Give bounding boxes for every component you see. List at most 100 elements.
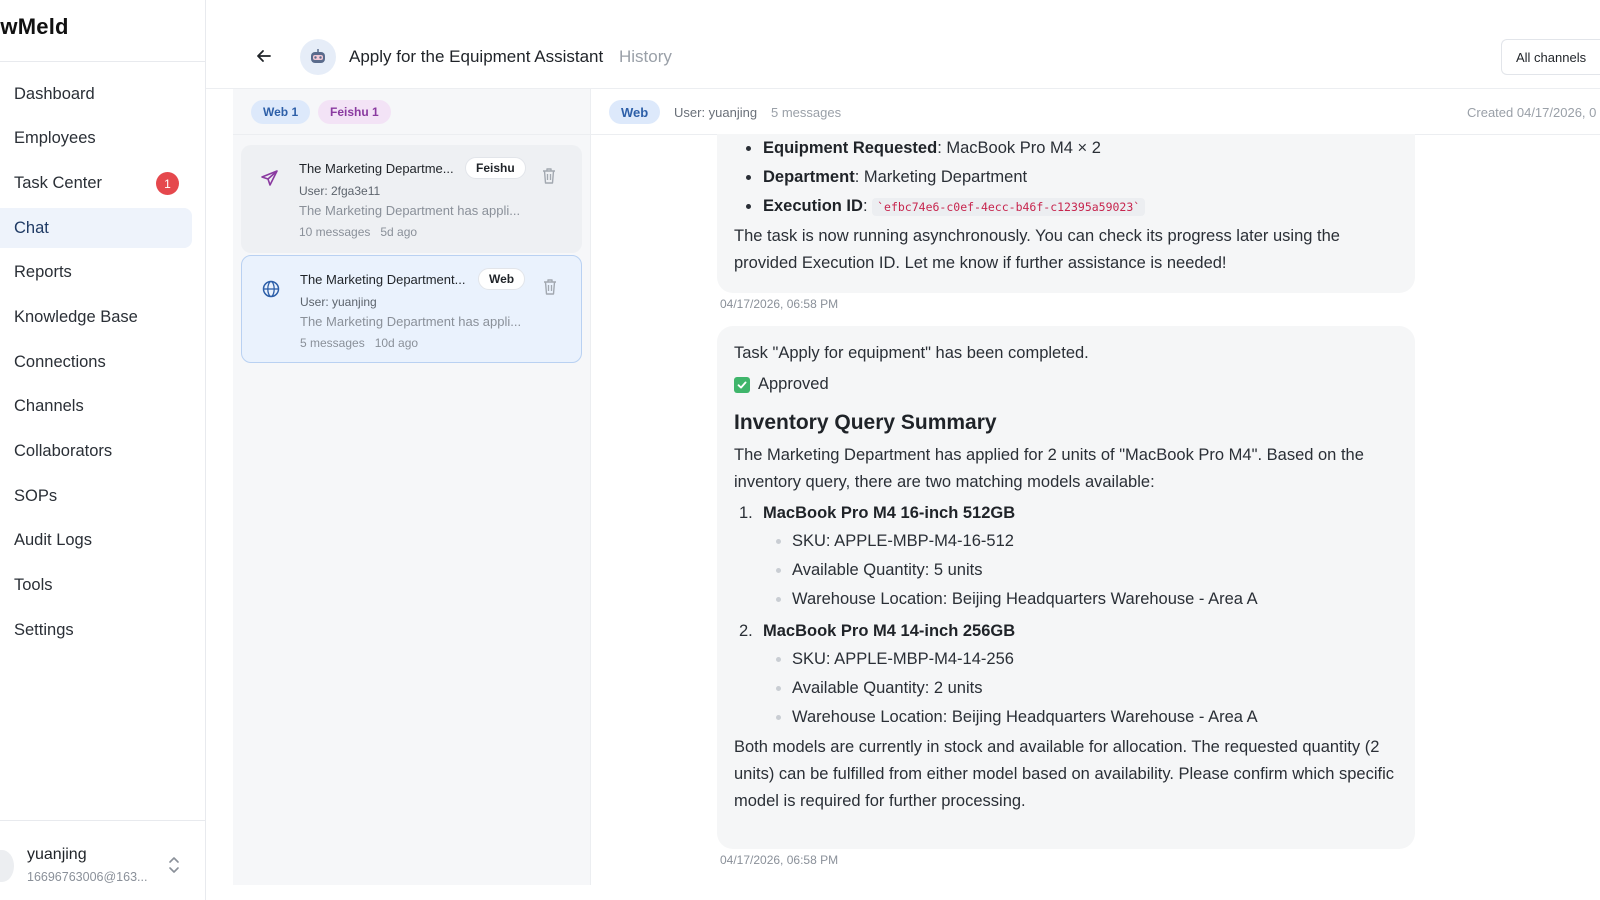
sidebar-item-sops[interactable]: SOPs (0, 476, 192, 516)
filter-chip-web[interactable]: Web 1 (251, 100, 311, 124)
sidebar-item-connections[interactable]: Connections (0, 342, 192, 382)
sidebar: ewMeld Dashboard Employees Task Center 1 … (0, 0, 206, 900)
sidebar-item-tools[interactable]: Tools (0, 566, 192, 606)
list-item: Available Quantity: 5 units (734, 556, 1398, 585)
chat-channel-chip: Web (609, 100, 661, 124)
message-text: Task "Apply for equipment" has been comp… (734, 344, 1089, 362)
history-link[interactable]: History (619, 47, 672, 67)
trash-icon[interactable] (541, 167, 557, 185)
session-user: User: 2fga3e11 (299, 184, 381, 198)
sidebar-item-settings[interactable]: Settings (0, 610, 192, 650)
list-item: Equipment Requested: MacBook Pro M4 × 2 (734, 135, 1398, 162)
sidebar-item-label: Reports (14, 263, 72, 282)
page-title: Apply for the Equipment Assistant (349, 47, 604, 66)
ordered-list-item: 2. MacBook Pro M4 14-inch 256GB (734, 618, 1398, 645)
sidebar-item-label: Settings (14, 620, 74, 639)
chat-message-count: 5 messages (771, 105, 842, 120)
field-value: : MacBook Pro M4 × 2 (937, 139, 1101, 157)
divider (0, 61, 206, 62)
field-label: Execution ID (763, 197, 863, 215)
list-item: Department: Marketing Department (734, 164, 1398, 191)
sidebar-item-knowledge-base[interactable]: Knowledge Base (0, 297, 192, 337)
message-text: Both models are currently in stock and a… (734, 738, 1395, 810)
chat-created-date: Created 04/17/2026, 0 (1467, 105, 1597, 120)
sidebar-item-label: Channels (14, 397, 84, 416)
message-timestamp: 04/17/2026, 06:58 PM (720, 297, 839, 311)
field-label: Equipment Requested (763, 139, 938, 157)
sidebar-item-chat[interactable]: Chat (0, 208, 192, 249)
list-item: Warehouse Location: Beijing Headquarters… (734, 703, 1398, 732)
message-heading: Inventory Query Summary (734, 411, 997, 434)
message-text: The Marketing Department has applied for… (734, 446, 1364, 491)
robot-icon (311, 49, 325, 63)
session-preview: The Marketing Department has appli... (299, 203, 521, 218)
session-message-count: 5 messages (300, 336, 365, 350)
sidebar-item-label: SOPs (14, 486, 58, 505)
chat-info-bar: Web User: yuanjing 5 messages Created 04… (591, 89, 1600, 135)
list-item: SKU: APPLE-MBP-M4-14-256 (734, 645, 1398, 674)
session-message-count: 10 messages (299, 225, 371, 239)
session-card[interactable]: The Marketing Department... Web User: yu… (241, 255, 582, 363)
filter-chip-feishu[interactable]: Feishu 1 (318, 100, 391, 124)
ordered-list-item: 1. MacBook Pro M4 16-inch 512GB (734, 500, 1398, 527)
session-title: The Marketing Departme... (299, 161, 454, 176)
field-label: Department (763, 168, 855, 186)
sidebar-item-label: Knowledge Base (14, 307, 138, 326)
list-item: SKU: APPLE-MBP-M4-16-512 (734, 527, 1398, 556)
list-item: Warehouse Location: Beijing Headquarters… (734, 585, 1398, 614)
sidebar-item-label: Connections (14, 352, 106, 371)
session-meta: 5 messages 10d ago (300, 336, 418, 350)
chevron-up-down-icon[interactable] (167, 854, 181, 876)
session-age: 5d ago (380, 225, 418, 239)
arrow-left-icon (257, 50, 271, 62)
session-card[interactable]: The Marketing Departme... Feishu User: 2… (241, 145, 582, 253)
sidebar-item-task-center[interactable]: Task Center 1 (0, 163, 192, 203)
sidebar-item-reports[interactable]: Reports (0, 253, 192, 293)
sidebar-item-label: Task Center (14, 173, 103, 192)
sidebar-item-audit-logs[interactable]: Audit Logs (0, 521, 192, 561)
model-name: MacBook Pro M4 14-inch 256GB (763, 622, 1016, 640)
divider (0, 820, 206, 821)
sidebar-item-label: Collaborators (14, 442, 113, 460)
sidebar-item-collaborators[interactable]: Collaborators (0, 432, 192, 472)
back-button[interactable] (252, 44, 276, 68)
avatar (0, 850, 14, 882)
session-channel-tag: Feishu (465, 157, 526, 179)
user-email: 16696763006@163... (27, 870, 148, 884)
execution-id-code: `efbc74e6-c0ef-4ecc-b46f-c12395a59023` (872, 198, 1146, 216)
sidebar-item-label: Employees (14, 129, 96, 148)
sidebar-nav: Dashboard Employees Task Center 1 Chat Re… (0, 74, 206, 655)
bot-avatar (300, 39, 336, 75)
session-title: The Marketing Department... (300, 272, 466, 287)
globe-icon (254, 272, 288, 306)
model-name: MacBook Pro M4 16-inch 512GB (763, 504, 1016, 522)
sidebar-item-label: Tools (14, 576, 53, 595)
notification-badge: 1 (156, 172, 179, 196)
session-meta: 10 messages 5d ago (299, 225, 417, 239)
assistant-message: Task "Apply for equipment" has been comp… (717, 326, 1415, 849)
sidebar-item-label: Dashboard (14, 84, 95, 103)
assistant-message: Equipment Requested: MacBook Pro M4 × 2 … (717, 134, 1415, 293)
list-number: 1. (739, 504, 753, 522)
sidebar-item-label: Audit Logs (14, 531, 92, 550)
session-channel-tag: Web (478, 268, 526, 290)
sidebar-item-channels[interactable]: Channels (0, 387, 192, 427)
send-icon (253, 161, 287, 195)
session-preview: The Marketing Department has appli... (300, 314, 522, 329)
approved-status: Approved (734, 371, 1398, 398)
list-item: Execution ID: `efbc74e6-c0ef-4ecc-b46f-c… (734, 193, 1398, 221)
checkmark-icon (734, 376, 750, 393)
user-menu[interactable]: yuanjing 16696763006@163... (0, 836, 206, 888)
sidebar-item-dashboard[interactable]: Dashboard (0, 74, 192, 114)
channel-filter-select[interactable]: All channels (1501, 39, 1600, 75)
sidebar-item-label: Chat (14, 218, 49, 237)
message-timestamp: 04/17/2026, 06:58 PM (720, 853, 839, 867)
session-list-panel: Web 1 Feishu 1 The Marketing Departme...… (233, 89, 591, 885)
trash-icon[interactable] (542, 278, 558, 296)
page-header: Apply for the Equipment Assistant Histor… (206, 0, 1600, 89)
channel-filter-bar: Web 1 Feishu 1 (233, 89, 590, 135)
approved-label: Approved (758, 375, 829, 393)
sidebar-item-employees[interactable]: Employees (0, 119, 192, 159)
message-text: The task is now running asynchronously. … (734, 227, 1340, 272)
list-number: 2. (739, 622, 753, 640)
